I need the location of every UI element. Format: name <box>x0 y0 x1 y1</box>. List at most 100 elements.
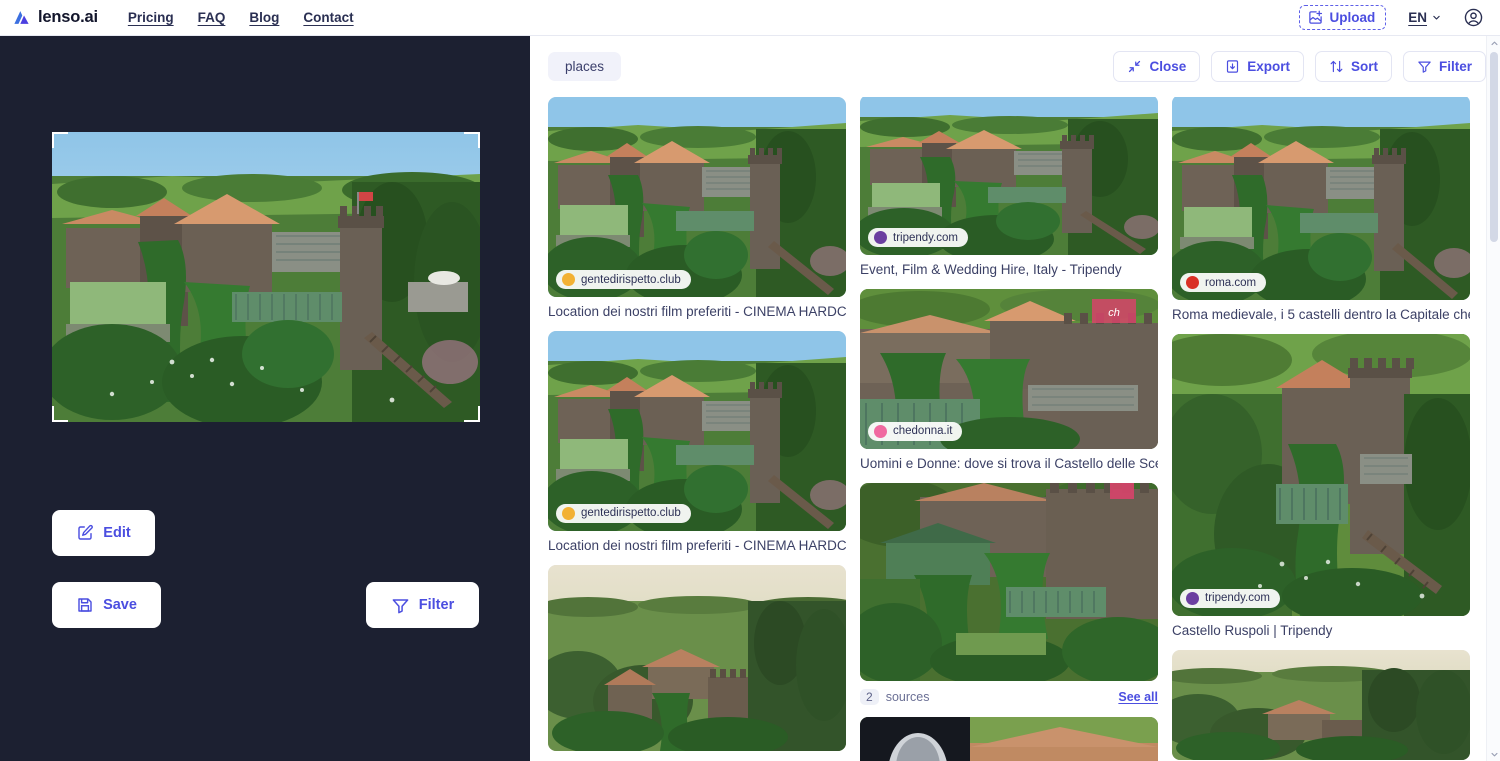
result-card: tripendy.com Event, Film & Wedding Hire,… <box>860 95 1158 279</box>
result-caption: Location dei nostri film preferiti - CIN… <box>548 304 846 319</box>
nav-link-contact[interactable]: Contact <box>303 10 353 25</box>
language-value: EN <box>1408 10 1427 25</box>
source-badge[interactable]: chedonna.it <box>868 421 963 441</box>
funnel-icon <box>392 598 409 613</box>
castle-image <box>548 97 846 297</box>
results-column-1: gentedirispetto.club Location dei nostri… <box>548 97 846 761</box>
result-thumbnail[interactable]: gentedirispetto.club <box>548 330 846 531</box>
close-button[interactable]: Close <box>1113 51 1201 82</box>
edit-label: Edit <box>103 525 131 541</box>
result-card: roma.com Roma medievale, i 5 castelli de… <box>1172 95 1470 324</box>
source-badge[interactable]: tripendy.com <box>1180 588 1280 608</box>
result-thumbnail[interactable]: tripendy.com <box>1172 333 1470 616</box>
result-card: ch chedonna.it Uomini e Donne: dove si t… <box>860 288 1158 473</box>
result-caption: Roma medievale, i 5 castelli dentro la C… <box>1172 307 1470 322</box>
panel-filter-button[interactable]: Filter <box>366 582 479 628</box>
source-name: gentedirispetto.club <box>581 273 681 286</box>
results-area: places Close Export Sort Filter gentedir… <box>530 36 1500 761</box>
filter-button[interactable]: Filter <box>1402 51 1486 82</box>
result-caption: Location dei nostri film preferiti - CIN… <box>548 537 846 553</box>
castle-image <box>1172 333 1470 616</box>
source-badge[interactable]: gentedirispetto.club <box>556 503 691 523</box>
source-name: roma.com <box>1205 276 1257 289</box>
app-root: lenso.ai Pricing FAQ Blog Contact Upload… <box>0 0 1500 761</box>
result-thumbnail[interactable]: gentedirispetto.club <box>548 97 846 297</box>
result-caption: Uomini e Donne: dove si trova il Castell… <box>860 455 1158 471</box>
scroll-down-button[interactable] <box>1487 747 1500 761</box>
source-name: tripendy.com <box>1205 592 1270 605</box>
image-plus-icon <box>1309 10 1323 24</box>
query-image-frame[interactable] <box>52 132 480 422</box>
results-column-2: tripendy.com Event, Film & Wedding Hire,… <box>860 95 1158 761</box>
result-thumbnail[interactable]: tripendy.com <box>860 95 1158 255</box>
scroll-up-button[interactable] <box>1487 36 1500 50</box>
result-thumbnail[interactable] <box>860 482 1158 681</box>
upload-button[interactable]: Upload <box>1299 5 1387 30</box>
chevron-down-icon <box>1433 15 1440 20</box>
castle-image <box>1172 649 1470 760</box>
svg-text:ch: ch <box>1108 307 1120 319</box>
pencil-square-icon <box>78 524 94 540</box>
file-download-icon <box>1227 60 1239 73</box>
result-thumbnail[interactable] <box>1172 649 1470 760</box>
result-card: gentedirispetto.club Location dei nostri… <box>548 330 846 555</box>
sort-button[interactable]: Sort <box>1314 51 1392 82</box>
result-card <box>1172 649 1470 760</box>
result-card: tripendy.com Castello Ruspoli | Tripendy <box>1172 333 1470 640</box>
source-name: tripendy.com <box>893 231 958 244</box>
lenso-logo-icon <box>14 11 29 24</box>
castle-image <box>548 564 846 751</box>
results-grid: gentedirispetto.club Location dei nostri… <box>548 95 1490 761</box>
source-name: gentedirispetto.club <box>581 507 681 520</box>
castle-image <box>548 330 846 531</box>
favicon-icon <box>562 273 575 286</box>
collapse-arrows-icon <box>1129 60 1141 73</box>
castle-image <box>1172 95 1470 300</box>
favicon-icon <box>874 424 887 438</box>
tab-places[interactable]: places <box>548 52 622 81</box>
favicon-icon <box>562 506 575 520</box>
favicon-icon <box>1186 591 1199 605</box>
vertical-scrollbar[interactable] <box>1486 36 1500 761</box>
see-all-link[interactable]: See all <box>1118 690 1158 704</box>
toolbar-actions: Close Export Sort Filter <box>1113 51 1486 82</box>
header-actions: Upload EN <box>1299 5 1500 30</box>
funnel-icon <box>1418 61 1431 73</box>
save-label: Save <box>103 597 137 613</box>
result-caption: Castello Ruspoli | Tripendy <box>1172 622 1333 638</box>
save-button[interactable]: Save <box>52 582 161 628</box>
source-badge[interactable]: tripendy.com <box>868 228 968 247</box>
results-column-3: roma.com Roma medievale, i 5 castelli de… <box>1172 95 1470 760</box>
scroll-down-icon <box>1490 752 1498 756</box>
castle-image <box>860 716 1158 761</box>
export-button[interactable]: Export <box>1211 51 1304 82</box>
result-thumbnail[interactable]: ch chedonna.it <box>860 288 1158 449</box>
result-thumbnail[interactable]: roma.com <box>1172 95 1470 300</box>
results-toolbar: places Close Export Sort Filter <box>530 36 1500 97</box>
language-selector[interactable]: EN <box>1408 10 1441 25</box>
brand-logo[interactable]: lenso.ai <box>0 8 98 27</box>
filter-label: Filter <box>1438 59 1472 74</box>
query-panel: Edit Save Filter <box>0 36 530 761</box>
nav-link-blog[interactable]: Blog <box>249 10 279 25</box>
favicon-icon <box>874 231 887 244</box>
result-thumbnail[interactable] <box>860 716 1158 761</box>
floppy-disk-icon <box>78 598 92 612</box>
result-card: gentedirispetto.club Location dei nostri… <box>548 97 846 321</box>
account-button[interactable] <box>1463 7 1484 28</box>
result-card <box>860 716 1158 761</box>
result-thumbnail[interactable] <box>548 564 846 751</box>
source-badge[interactable]: gentedirispetto.club <box>556 270 691 289</box>
edit-button[interactable]: Edit <box>52 510 155 556</box>
top-header: lenso.ai Pricing FAQ Blog Contact Upload… <box>0 0 1500 36</box>
close-label: Close <box>1149 59 1187 74</box>
sort-arrows-icon <box>1330 60 1343 73</box>
nav-link-faq[interactable]: FAQ <box>198 10 226 25</box>
nav-link-pricing[interactable]: Pricing <box>128 10 174 25</box>
source-badge[interactable]: roma.com <box>1180 273 1267 292</box>
upload-label: Upload <box>1329 10 1376 25</box>
user-circle-icon <box>1464 8 1483 27</box>
main-nav: Pricing FAQ Blog Contact <box>128 10 354 25</box>
brand-name: lenso.ai <box>38 8 98 26</box>
scrollbar-thumb[interactable] <box>1490 52 1498 242</box>
